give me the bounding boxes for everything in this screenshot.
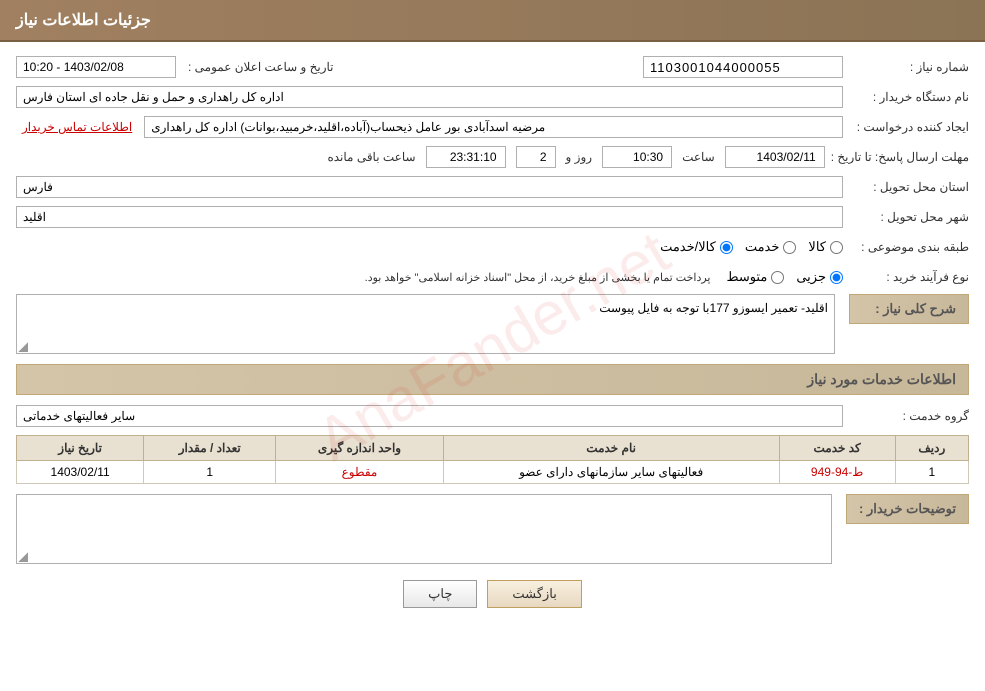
col-header-date: تاریخ نیاز: [17, 436, 144, 461]
buyer-org-row: نام دستگاه خریدار : اداره کل راهداری و ح…: [16, 84, 969, 110]
purchase-type-option-jozee: جزیی: [796, 269, 843, 285]
creator-value: مرضیه اسدآبادی بور عامل ذیحساب(آباده،اقل…: [144, 116, 843, 138]
deadline-remaining: 23:31:10: [426, 146, 506, 168]
purchase-type-option-motevaset: متوسط: [726, 269, 784, 285]
cell-date: 1403/02/11: [17, 461, 144, 484]
page-title: جزئیات اطلاعات نیاز: [16, 12, 151, 29]
purchase-type-label-jozee: جزیی: [796, 269, 826, 285]
buyer-desc-section-title: توضیحات خریدار :: [846, 494, 969, 524]
service-group-row: گروه خدمت : سایر فعالیتهای خدماتی: [16, 403, 969, 429]
print-button[interactable]: چاپ: [403, 580, 477, 608]
page-wrapper: AnaFander.net جزئیات اطلاعات نیاز شماره …: [0, 0, 985, 691]
cell-row: 1: [895, 461, 968, 484]
table-row: 1 ط-94-949 فعالیتهای سایر سازمانهای دارا…: [17, 461, 969, 484]
need-desc-section-title: شرح کلی نیاز :: [849, 294, 969, 324]
cell-qty: 1: [144, 461, 276, 484]
need-number-value: 1103001044000055: [643, 56, 843, 78]
services-section-title: اطلاعات خدمات مورد نیاز: [16, 364, 969, 395]
purchase-type-note: پرداخت تمام یا بخشی از مبلغ خرید، از محل…: [365, 271, 711, 284]
creator-contact-link[interactable]: اطلاعات تماس خریدار: [16, 116, 138, 138]
page-header: جزئیات اطلاعات نیاز: [0, 0, 985, 42]
col-header-qty: تعداد / مقدار: [144, 436, 276, 461]
purchase-type-label: نوع فرآیند خرید :: [849, 270, 969, 284]
back-button[interactable]: بازگشت: [487, 580, 581, 608]
cell-code: ط-94-949: [779, 461, 895, 484]
category-label-kala-khedmat: کالا/خدمت: [660, 239, 716, 255]
need-number-row: شماره نیاز : 1103001044000055 تاریخ و سا…: [16, 54, 969, 80]
purchase-type-radio-group: جزیی متوسط: [726, 269, 843, 285]
category-label: طبقه بندی موضوعی :: [849, 240, 969, 254]
col-header-name: نام خدمت: [443, 436, 779, 461]
need-desc-row: شرح کلی نیاز : اقلید- تعمیر ایسوزو 177با…: [16, 294, 969, 354]
category-radio-khedmat[interactable]: [783, 241, 796, 254]
announce-value: 1403/02/08 - 10:20: [16, 56, 176, 78]
need-number-label: شماره نیاز :: [849, 60, 969, 74]
city-value: اقلید: [16, 206, 843, 228]
service-group-label: گروه خدمت :: [849, 409, 969, 423]
announce-label: تاریخ و ساعت اعلان عمومی :: [188, 60, 334, 74]
services-table: ردیف کد خدمت نام خدمت واحد اندازه گیری ت…: [16, 435, 969, 484]
main-content: شماره نیاز : 1103001044000055 تاریخ و سا…: [0, 42, 985, 630]
button-row: بازگشت چاپ: [16, 580, 969, 608]
cell-unit: مقطوع: [276, 461, 443, 484]
province-row: استان محل تحویل : فارس: [16, 174, 969, 200]
buyer-org-value: اداره کل راهداری و حمل و نقل جاده ای است…: [16, 86, 843, 108]
city-label: شهر محل تحویل :: [849, 210, 969, 224]
purchase-type-label-motevaset: متوسط: [726, 269, 767, 285]
service-group-value: سایر فعالیتهای خدماتی: [16, 405, 843, 427]
category-radio-group: کالا خدمت کالا/خدمت: [660, 239, 843, 255]
resize-handle: [18, 342, 28, 352]
province-label: استان محل تحویل :: [849, 180, 969, 194]
deadline-time: 10:30: [602, 146, 672, 168]
buyer-desc-resize-handle: [18, 552, 28, 562]
deadline-row: مهلت ارسال پاسخ: تا تاریخ : 1403/02/11 س…: [16, 144, 969, 170]
purchase-type-radio-motevaset[interactable]: [771, 271, 784, 284]
purchase-type-radio-jozee[interactable]: [830, 271, 843, 284]
category-option-kala: کالا: [808, 239, 843, 255]
deadline-remaining-label: ساعت باقی مانده: [327, 150, 415, 164]
category-option-khedmat: خدمت: [745, 239, 797, 255]
category-row: طبقه بندی موضوعی : کالا خدمت کالا/خدمت: [16, 234, 969, 260]
cell-name: فعالیتهای سایر سازمانهای دارای عضو: [443, 461, 779, 484]
category-label-khedmat: خدمت: [745, 239, 780, 255]
category-radio-kala[interactable]: [830, 241, 843, 254]
deadline-date: 1403/02/11: [725, 146, 825, 168]
creator-label: ایجاد کننده درخواست :: [849, 120, 969, 134]
creator-row: ایجاد کننده درخواست : مرضیه اسدآبادی بور…: [16, 114, 969, 140]
buyer-desc-value: [16, 494, 832, 564]
table-header-row: ردیف کد خدمت نام خدمت واحد اندازه گیری ت…: [17, 436, 969, 461]
category-radio-kala-khedmat[interactable]: [720, 241, 733, 254]
category-option-kala-khedmat: کالا/خدمت: [660, 239, 733, 255]
need-desc-value: اقلید- تعمیر ایسوزو 177با توجه به فایل پ…: [16, 294, 835, 354]
purchase-type-row: نوع فرآیند خرید : جزیی متوسط پرداخت تمام…: [16, 264, 969, 290]
table-body: 1 ط-94-949 فعالیتهای سایر سازمانهای دارا…: [17, 461, 969, 484]
deadline-days: 2: [516, 146, 556, 168]
city-row: شهر محل تحویل : اقلید: [16, 204, 969, 230]
col-header-unit: واحد اندازه گیری: [276, 436, 443, 461]
col-header-code: کد خدمت: [779, 436, 895, 461]
table-header: ردیف کد خدمت نام خدمت واحد اندازه گیری ت…: [17, 436, 969, 461]
category-label-kala: کالا: [808, 239, 826, 255]
deadline-label: مهلت ارسال پاسخ: تا تاریخ :: [831, 150, 969, 164]
province-value: فارس: [16, 176, 843, 198]
deadline-days-label: روز و: [566, 150, 593, 164]
col-header-row: ردیف: [895, 436, 968, 461]
deadline-time-label: ساعت: [682, 150, 715, 164]
buyer-org-label: نام دستگاه خریدار :: [849, 90, 969, 104]
buyer-desc-row: توضیحات خریدار :: [16, 494, 969, 564]
